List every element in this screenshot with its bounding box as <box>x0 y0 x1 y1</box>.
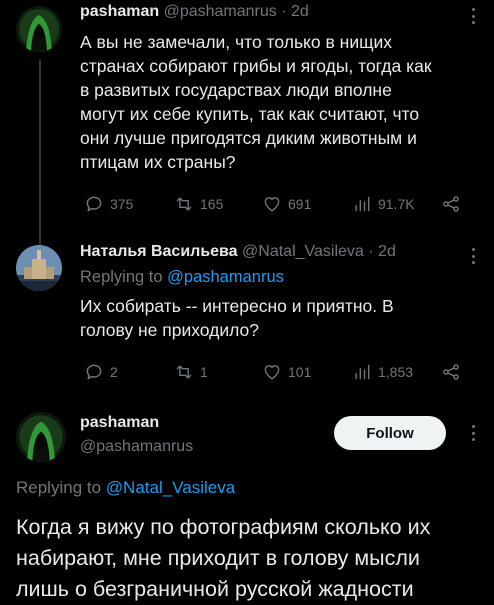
retweet-icon <box>176 365 192 379</box>
reply-button[interactable]: 375 <box>84 194 133 214</box>
reply-count: 375 <box>110 196 134 212</box>
heart-icon <box>264 365 280 380</box>
views-chart-icon <box>355 364 370 380</box>
share-icon <box>443 196 459 212</box>
views-button[interactable]: 1,853 <box>352 362 413 382</box>
thread-line <box>39 60 41 245</box>
tweet-text: Когда я вижу по фотографиям сколько их н… <box>16 515 431 601</box>
share-button[interactable] <box>441 362 461 382</box>
like-button[interactable]: 101 <box>262 362 311 382</box>
retweet-icon <box>176 197 192 211</box>
reply-icon <box>86 196 102 212</box>
retweet-count: 165 <box>200 196 224 212</box>
avatar[interactable] <box>16 245 62 291</box>
like-count: 101 <box>288 364 312 380</box>
more-options-icon[interactable] <box>465 423 481 443</box>
tweet-text: Их собирать -- интересно и приятно. В го… <box>80 296 394 340</box>
retweet-button[interactable]: 1 <box>174 362 208 382</box>
author-handle[interactable]: @pashamanrus <box>164 3 277 20</box>
author-handle[interactable]: @pashamanrus <box>80 438 193 456</box>
follow-button[interactable]: Follow <box>334 416 446 450</box>
view-count: 1,853 <box>378 364 414 380</box>
heart-icon <box>264 197 280 212</box>
author-handle[interactable]: @Natal_Vasileva <box>242 243 364 260</box>
avatar[interactable] <box>16 412 66 462</box>
city-building-avatar-icon <box>16 245 62 291</box>
hooded-figure-avatar-icon <box>16 412 66 462</box>
share-icon <box>443 364 459 380</box>
replying-to-handle[interactable]: @pashamanrus <box>167 268 284 286</box>
like-count: 691 <box>288 196 312 212</box>
author-name[interactable]: pashaman <box>80 3 159 20</box>
reply-count: 2 <box>110 364 118 380</box>
author-name[interactable]: pashaman <box>80 414 159 432</box>
view-count: 91.7K <box>378 196 415 212</box>
hooded-figure-avatar-icon <box>16 6 62 52</box>
replying-to-handle[interactable]: @Natal_Vasileva <box>106 478 235 497</box>
author-name[interactable]: Наталья Васильева <box>80 243 238 260</box>
like-button[interactable]: 691 <box>262 194 311 214</box>
avatar[interactable] <box>16 6 62 52</box>
tweet-time[interactable]: · 2d <box>368 243 396 260</box>
retweet-button[interactable]: 165 <box>174 194 223 214</box>
reply-button[interactable]: 2 <box>84 362 118 382</box>
retweet-count: 1 <box>200 364 208 380</box>
more-options-icon[interactable] <box>465 246 481 266</box>
views-chart-icon <box>355 196 370 212</box>
reply-icon <box>86 364 102 380</box>
tweet-text: А вы не замечали, что только в нищих стр… <box>80 32 432 172</box>
tweet-time[interactable]: · 2d <box>281 3 309 20</box>
replying-to: Replying to @pashamanrus <box>80 268 284 286</box>
replying-to: Replying to @Natal_Vasileva <box>16 478 236 497</box>
more-options-icon[interactable] <box>465 6 481 26</box>
views-button[interactable]: 91.7K <box>352 194 415 214</box>
share-button[interactable] <box>441 194 461 214</box>
